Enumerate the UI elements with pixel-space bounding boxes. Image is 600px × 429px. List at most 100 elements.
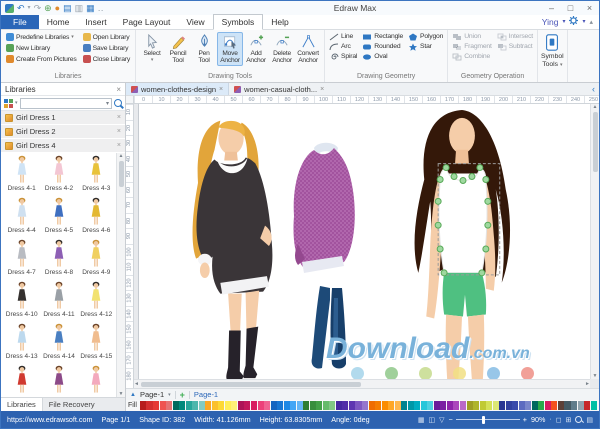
scroll-down-icon[interactable]: ▼: [119, 391, 124, 397]
library-list-item[interactable]: Girl Dress 1 ×: [1, 111, 125, 124]
library-symbol-thumbnail[interactable]: Dress 4-6: [78, 197, 115, 239]
zoom-level[interactable]: 90%: [531, 415, 545, 424]
color-swatch[interactable]: [244, 401, 250, 410]
library-symbol-thumbnail[interactable]: Dress 4-5: [40, 197, 77, 239]
scroll-down-icon[interactable]: ▼: [593, 373, 598, 379]
spiral-button[interactable]: Spiral: [328, 52, 358, 61]
color-swatch[interactable]: [218, 401, 224, 410]
color-swatch[interactable]: [375, 401, 381, 410]
color-swatch[interactable]: [277, 401, 283, 410]
color-swatch[interactable]: [571, 401, 577, 410]
library-menu-icon[interactable]: [4, 99, 13, 108]
color-swatch[interactable]: [584, 401, 590, 410]
close-library-button[interactable]: Close Library: [81, 54, 132, 64]
library-symbol-thumbnail[interactable]: Dress 4-8: [40, 239, 77, 281]
scrollbar-thumb[interactable]: [141, 382, 361, 387]
scroll-up-icon[interactable]: ▲: [593, 104, 598, 110]
scroll-right-icon[interactable]: ►: [585, 381, 590, 387]
tab-file-recovery[interactable]: File Recovery: [43, 398, 101, 411]
color-swatch[interactable]: [408, 401, 414, 410]
tab-scroll-left-icon[interactable]: ‹: [588, 83, 599, 95]
minimize-button[interactable]: –: [542, 3, 561, 13]
color-swatch[interactable]: [258, 401, 264, 410]
page-selector[interactable]: Page-1: [140, 390, 164, 399]
library-symbol-thumbnail[interactable]: Dress 4-11: [40, 281, 77, 323]
collapse-ribbon-icon[interactable]: ▴: [589, 18, 593, 26]
rounded-rectangle-button[interactable]: Rounded: [361, 42, 404, 51]
star-button[interactable]: Star: [407, 42, 444, 51]
color-swatch[interactable]: [349, 401, 355, 410]
convert-anchor-button[interactable]: ConvertAnchor: [295, 32, 321, 66]
undo-icon[interactable]: ↶: [17, 3, 25, 13]
add-page-button[interactable]: +: [180, 390, 185, 400]
figure-black-dress-model[interactable]: [164, 110, 300, 382]
color-swatch[interactable]: [382, 401, 388, 410]
color-swatch[interactable]: [225, 401, 231, 410]
library-symbol-thumbnail[interactable]: Dress 4-10: [3, 281, 40, 323]
library-item-close-icon[interactable]: ×: [117, 114, 121, 121]
color-swatch[interactable]: [290, 401, 296, 410]
tab-page-layout[interactable]: Page Layout: [115, 15, 179, 29]
color-swatch[interactable]: [336, 401, 342, 410]
color-swatch[interactable]: [467, 401, 473, 410]
panel-icon[interactable]: ▤: [586, 416, 593, 424]
color-swatch[interactable]: [153, 401, 159, 410]
drawing-canvas[interactable]: 1020304050607080901001101201301401501601…: [126, 104, 599, 388]
color-swatch[interactable]: [192, 401, 198, 410]
website-link[interactable]: https://www.edrawsoft.com: [7, 415, 92, 424]
color-swatch[interactable]: [480, 401, 486, 410]
print-icon[interactable]: ▥: [75, 3, 84, 13]
polygon-button[interactable]: Polygon: [407, 32, 444, 41]
color-swatch[interactable]: [231, 401, 237, 410]
color-swatch[interactable]: [271, 401, 277, 410]
color-swatch[interactable]: [545, 401, 551, 410]
symbol-tools-button[interactable]: Symbol Tools ▾: [541, 32, 564, 69]
color-swatch[interactable]: [297, 401, 303, 410]
zoom-slider-track[interactable]: [456, 419, 520, 420]
page-tab[interactable]: Page-1: [194, 390, 218, 399]
library-item-close-icon[interactable]: ×: [117, 128, 121, 135]
delete-anchor-button[interactable]: DeleteAnchor: [269, 32, 295, 66]
qat-more-icon[interactable]: ‥: [98, 3, 104, 13]
color-swatch[interactable]: [323, 401, 329, 410]
color-swatch[interactable]: [486, 401, 492, 410]
library-item-close-icon[interactable]: ×: [117, 142, 121, 149]
color-swatch[interactable]: [388, 401, 394, 410]
zoom-out-icon[interactable]: −: [449, 415, 453, 424]
color-swatch[interactable]: [238, 401, 244, 410]
library-symbol-thumbnail[interactable]: Dress 4-13: [3, 323, 40, 365]
color-swatch[interactable]: [440, 401, 446, 410]
color-swatch[interactable]: [551, 401, 557, 410]
new-library-button[interactable]: New Library: [4, 43, 79, 53]
page-selector-dropdown-icon[interactable]: ▾: [168, 392, 171, 398]
save-icon[interactable]: ▤: [63, 3, 72, 13]
library-symbol-thumbnail[interactable]: Dress 4-1: [3, 155, 40, 197]
arc-button[interactable]: Arc: [328, 42, 358, 51]
color-swatch[interactable]: [284, 401, 290, 410]
color-swatch[interactable]: [395, 401, 401, 410]
color-swatch[interactable]: [173, 401, 179, 410]
color-swatch[interactable]: [401, 401, 407, 410]
color-swatch[interactable]: [578, 401, 584, 410]
export-icon[interactable]: ●: [55, 3, 60, 13]
page-view-icon[interactable]: ◫: [429, 416, 436, 424]
color-swatch[interactable]: [427, 401, 433, 410]
document-tab-inactive[interactable]: women-casual-cloth... ×: [229, 83, 329, 95]
color-swatch[interactable]: [493, 401, 499, 410]
document-tab-active[interactable]: women-clothes-design ×: [126, 83, 229, 95]
close-button[interactable]: ×: [580, 3, 599, 13]
search-dropdown-icon[interactable]: ▾: [106, 100, 111, 107]
color-swatch[interactable]: [160, 401, 166, 410]
color-swatch[interactable]: [369, 401, 375, 410]
color-swatch[interactable]: [538, 401, 544, 410]
library-menu-dropdown-icon[interactable]: ▾: [15, 100, 18, 106]
color-swatch[interactable]: [316, 401, 322, 410]
tab-home[interactable]: Home: [39, 15, 78, 29]
color-swatch[interactable]: [421, 401, 427, 410]
document-tab-close-icon[interactable]: ×: [320, 86, 324, 93]
redo-icon[interactable]: ↷: [34, 3, 42, 13]
zoom-slider[interactable]: − +: [449, 415, 527, 424]
color-swatch[interactable]: [264, 401, 270, 410]
color-swatch[interactable]: [362, 401, 368, 410]
gear-icon[interactable]: [569, 16, 578, 27]
